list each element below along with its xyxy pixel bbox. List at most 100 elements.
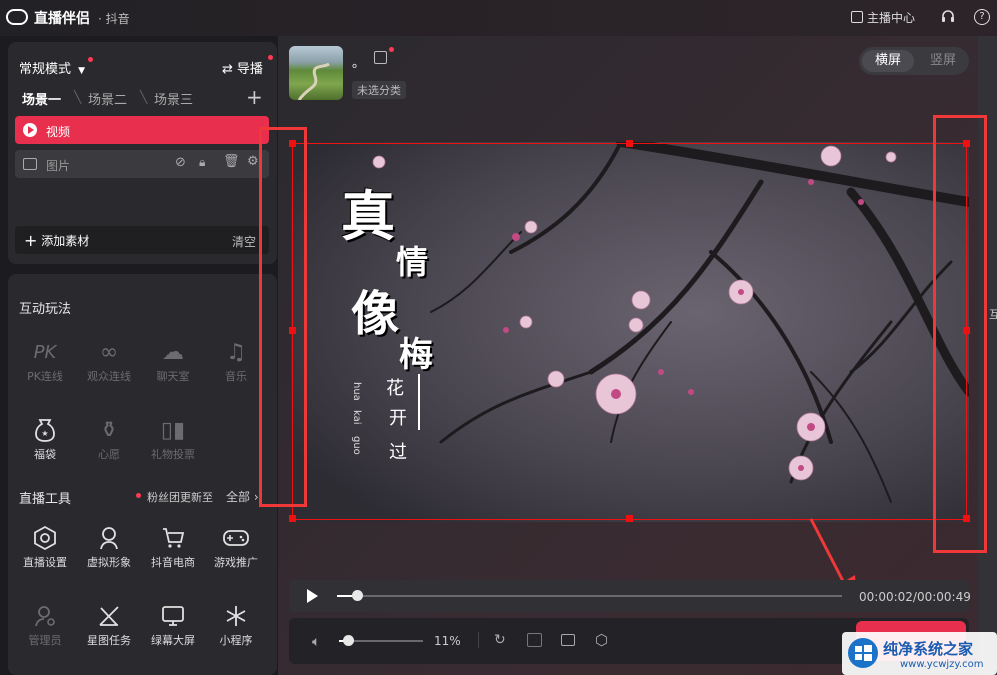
chat-room-button[interactable]: ☁ 聊天室 bbox=[143, 336, 203, 384]
music-icon: ♫ bbox=[226, 339, 246, 365]
admin-label: 管理员 bbox=[28, 634, 62, 647]
tab-scene-3[interactable]: 场景三 bbox=[154, 89, 193, 108]
live-settings-label: 直播设置 bbox=[23, 556, 67, 569]
platform-label: · 抖音 bbox=[98, 12, 130, 26]
mini-program-button[interactable]: 小程序 bbox=[206, 600, 266, 648]
live-settings-button[interactable]: 直播设置 bbox=[15, 522, 75, 570]
divider bbox=[478, 632, 479, 648]
settings-icon[interactable]: ⚙ bbox=[247, 154, 259, 169]
orientation-toggle: 横屏 竖屏 bbox=[859, 47, 969, 75]
virtual-avatar-label: 虚拟形象 bbox=[87, 556, 131, 569]
green-screen-label: 绿幕大屏 bbox=[151, 634, 195, 647]
camera-icon[interactable] bbox=[561, 634, 575, 646]
rotate-icon[interactable]: ↻ bbox=[494, 632, 506, 648]
pk-button[interactable]: PK PK连线 bbox=[15, 336, 75, 384]
screen-icon bbox=[143, 600, 203, 632]
audience-link-button[interactable]: ∞ 观众连线 bbox=[79, 336, 139, 384]
wish-button[interactable]: ⚱ 心愿 bbox=[79, 414, 139, 462]
watermark: 纯净系统之家 www.ycwjzy.com bbox=[842, 632, 997, 675]
resize-handle[interactable] bbox=[289, 515, 296, 522]
play-icon[interactable] bbox=[307, 589, 318, 603]
music-button[interactable]: ♫ 音乐 bbox=[206, 336, 266, 384]
right-panel-label: 互 bbox=[989, 308, 997, 321]
progress-track[interactable] bbox=[337, 595, 842, 597]
star-task-button[interactable]: 星图任务 bbox=[79, 600, 139, 648]
chat-room-icon: ☁ bbox=[162, 339, 184, 365]
source-item-image[interactable]: 图片 ⊘ 🔒︎ 🗑︎ ⚙ bbox=[15, 150, 269, 178]
delete-icon[interactable]: 🗑︎ bbox=[223, 154, 240, 169]
wish-label: 心愿 bbox=[98, 448, 120, 461]
source-label: 图片 bbox=[46, 159, 71, 173]
cover-thumbnail[interactable] bbox=[289, 46, 343, 100]
tab-scene-2[interactable]: 场景二 bbox=[88, 89, 127, 108]
hide-eye-icon[interactable]: ⊘ bbox=[175, 155, 186, 170]
tab-scene-1[interactable]: 场景一 bbox=[22, 89, 61, 108]
anchor-center-label: 主播中心 bbox=[867, 11, 916, 25]
avatar-icon bbox=[79, 522, 139, 554]
game-promo-button[interactable]: 游戏推广 bbox=[206, 522, 266, 570]
category-tag[interactable]: 未选分类 bbox=[352, 81, 406, 99]
headset-icon[interactable] bbox=[940, 9, 956, 25]
ecommerce-button[interactable]: 抖音电商 bbox=[143, 522, 203, 570]
landscape-option[interactable]: 横屏 bbox=[862, 50, 914, 72]
pk-icon: PK bbox=[33, 341, 57, 363]
add-material-bar: + 添加素材 清空 bbox=[15, 226, 269, 254]
mode-selector[interactable]: 常规模式 ▼ bbox=[19, 58, 85, 77]
volume-icon[interactable]: 🔈︎ bbox=[312, 634, 320, 650]
link-icon: ∞ bbox=[99, 339, 119, 365]
notice-dot bbox=[88, 57, 93, 62]
guide-button[interactable]: ⇄ 导播 bbox=[222, 58, 263, 77]
add-material-label: 添加素材 bbox=[41, 234, 90, 248]
lucky-bag-button[interactable]: ★ 福袋 bbox=[15, 414, 75, 462]
all-tools-link[interactable]: 全部 › bbox=[226, 488, 259, 505]
fan-update-notice: 粉丝团更新至 bbox=[147, 491, 213, 504]
guide-notice-dot bbox=[268, 55, 273, 60]
portrait-option[interactable]: 竖屏 bbox=[919, 50, 967, 72]
app-title: 直播伴侣 bbox=[34, 11, 90, 27]
tools-title: 直播工具 bbox=[19, 492, 72, 507]
source-label: 视频 bbox=[46, 125, 71, 139]
add-scene-icon[interactable]: + bbox=[246, 85, 263, 109]
screen-capture-icon[interactable] bbox=[527, 633, 542, 647]
all-tools-label: 全部 bbox=[226, 490, 251, 504]
chevron-right-icon: › bbox=[250, 490, 259, 504]
svg-text:★: ★ bbox=[41, 429, 48, 438]
hex-settings-icon[interactable]: ⬡ bbox=[595, 631, 608, 649]
app-logo-icon bbox=[6, 9, 28, 25]
admin-button[interactable]: 管理员 bbox=[15, 600, 75, 648]
lucky-bag-icon: ★ bbox=[15, 414, 75, 446]
add-material-button[interactable]: + 添加素材 bbox=[24, 231, 89, 250]
separator-icon: ╲ bbox=[140, 90, 148, 104]
mini-program-icon bbox=[206, 600, 266, 632]
lucky-bag-label: 福袋 bbox=[34, 448, 56, 461]
chart-icon bbox=[851, 11, 863, 23]
playback-time: 00:00:02/00:00:49 bbox=[859, 590, 971, 604]
star-task-icon bbox=[79, 600, 139, 632]
windows-logo-icon bbox=[847, 637, 879, 669]
annotation-box-right bbox=[933, 115, 987, 553]
watermark-url: www.ycwjzy.com bbox=[900, 659, 984, 670]
cart-icon bbox=[143, 522, 203, 554]
username: 。 bbox=[352, 56, 366, 71]
help-icon[interactable]: ? bbox=[974, 9, 990, 25]
guide-label: 导播 bbox=[236, 62, 263, 77]
edit-icon[interactable] bbox=[374, 51, 387, 64]
game-promo-label: 游戏推广 bbox=[214, 556, 258, 569]
music-label: 音乐 bbox=[225, 370, 247, 383]
selection-frame[interactable] bbox=[292, 143, 967, 520]
gift-vote-icon: ▯▮ bbox=[160, 417, 186, 443]
green-screen-button[interactable]: 绿幕大屏 bbox=[143, 600, 203, 648]
clear-button[interactable]: 清空 bbox=[232, 233, 256, 250]
resize-handle[interactable] bbox=[626, 515, 633, 522]
separator-icon: ╲ bbox=[74, 90, 82, 104]
pk-label: PK连线 bbox=[27, 370, 63, 383]
annotation-box-left bbox=[259, 127, 307, 507]
gift-vote-button[interactable]: ▯▮ 礼物投票 bbox=[143, 414, 203, 462]
resize-handle[interactable] bbox=[626, 140, 633, 147]
chevron-down-icon: ▼ bbox=[78, 66, 86, 76]
lock-icon[interactable]: 🔒︎ bbox=[199, 155, 205, 170]
virtual-avatar-button[interactable]: 虚拟形象 bbox=[79, 522, 139, 570]
source-item-video[interactable]: 视频 bbox=[15, 116, 269, 144]
wish-icon: ⚱ bbox=[99, 417, 119, 443]
anchor-center-button[interactable]: 主播中心 bbox=[851, 9, 915, 26]
